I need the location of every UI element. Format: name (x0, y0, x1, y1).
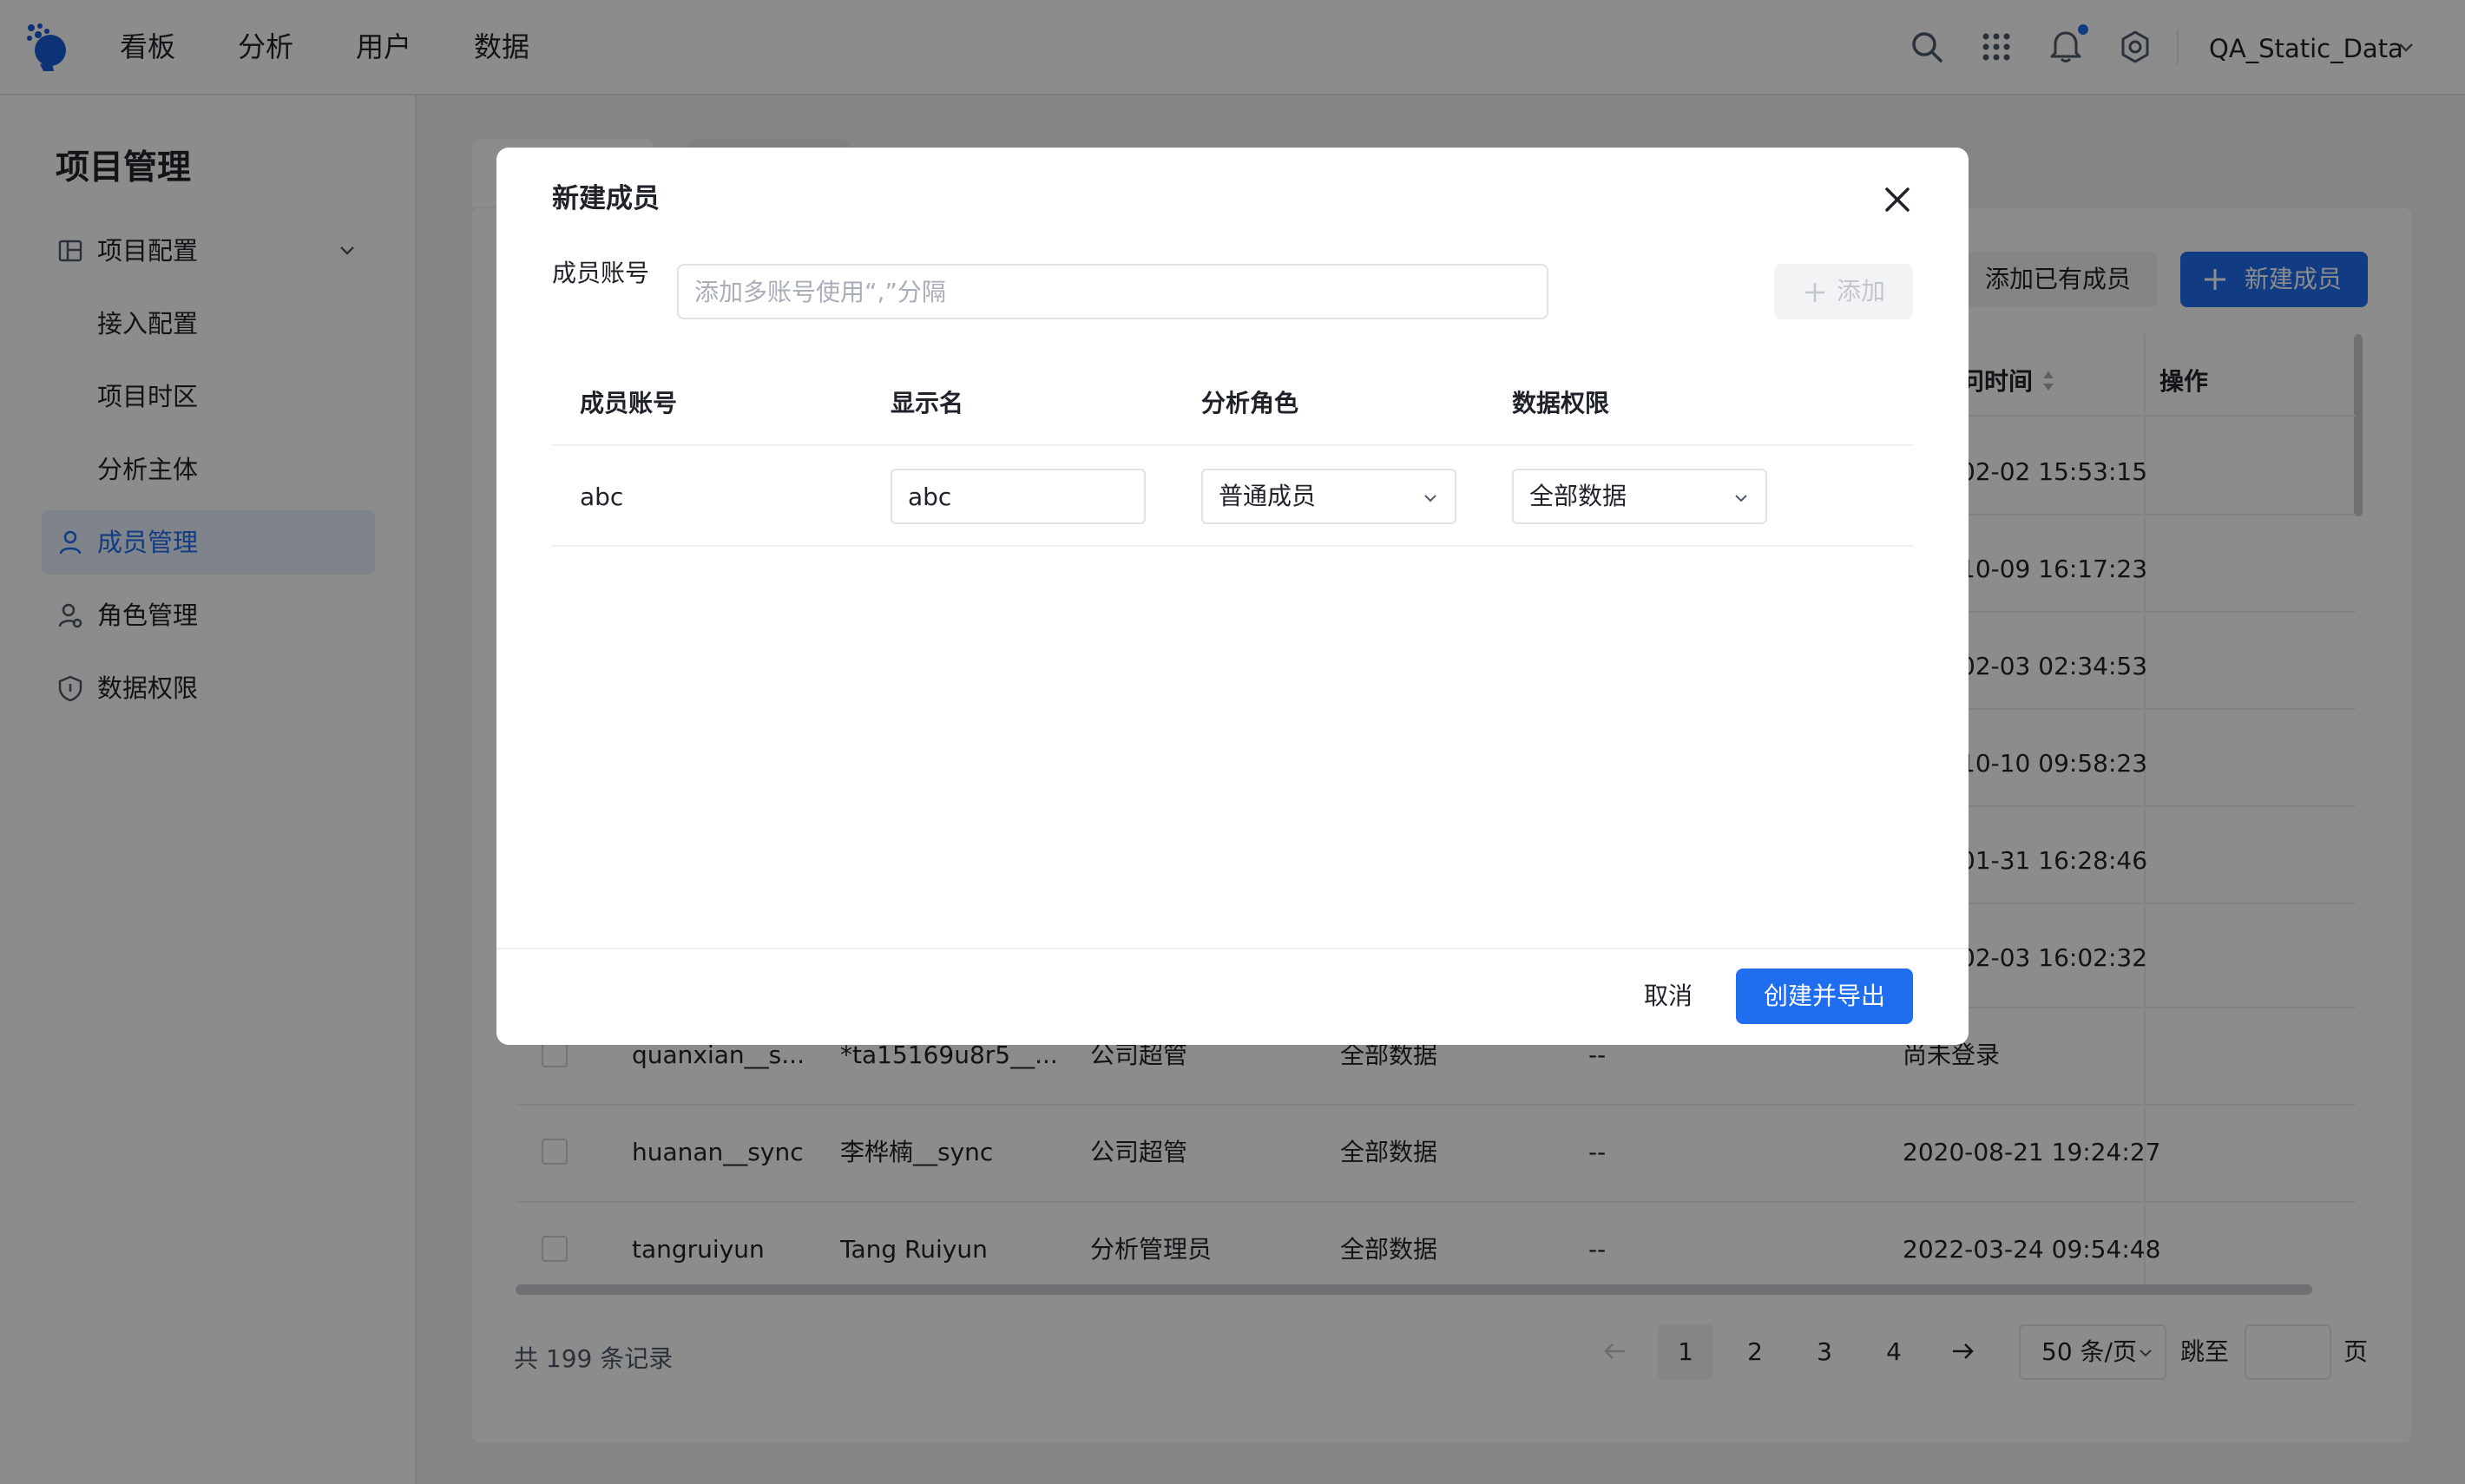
member-account-input[interactable] (677, 264, 1548, 319)
column-header-display-name: 显示名 (891, 389, 964, 417)
member-account-label: 成员账号 (552, 259, 650, 287)
analysis-role-value: 普通成员 (1219, 482, 1317, 510)
chevron-down-icon (1424, 495, 1436, 502)
modal-footer-divider (496, 948, 1969, 949)
analysis-role-select[interactable]: 普通成员 (1201, 469, 1456, 524)
row-divider (552, 444, 1913, 446)
display-name-input[interactable] (891, 469, 1146, 524)
modal-title: 新建成员 (552, 183, 660, 214)
add-button-label: 添加 (1836, 277, 1885, 305)
column-header-account: 成员账号 (580, 389, 678, 417)
column-header-data-permission: 数据权限 (1512, 389, 1610, 417)
plus-icon (1805, 283, 1824, 302)
data-permission-select[interactable]: 全部数据 (1512, 469, 1767, 524)
data-permission-value: 全部数据 (1529, 482, 1627, 510)
column-header-analysis-role: 分析角色 (1201, 389, 1299, 417)
member-account-cell: abc (580, 483, 624, 511)
create-and-export-button[interactable]: 创建并导出 (1736, 969, 1913, 1024)
close-icon[interactable] (1880, 182, 1915, 217)
cancel-button[interactable]: 取消 (1616, 969, 1720, 1024)
row-divider (552, 545, 1913, 547)
add-account-button[interactable]: 添加 (1774, 264, 1913, 319)
chevron-down-icon (1735, 495, 1747, 502)
new-member-modal: 新建成员 成员账号 添加 成员账号 显示名 分析角色 数据权限 abc 普通成员… (496, 148, 1969, 1045)
